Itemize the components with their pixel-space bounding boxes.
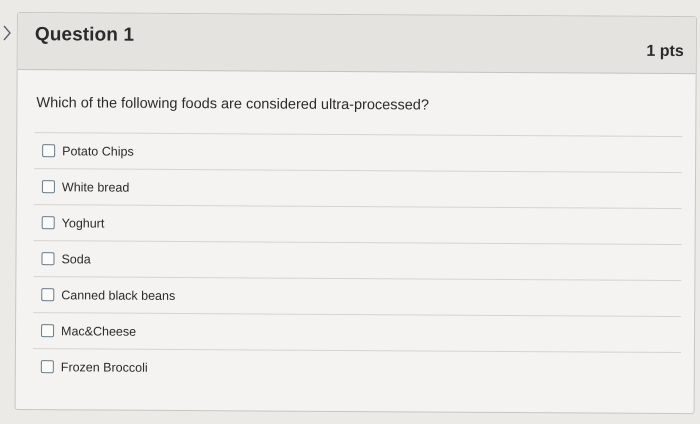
chevron-right-icon[interactable] (2, 24, 12, 42)
question-title: Question 1 (34, 24, 135, 46)
question-card: Question 1 1 pts Which of the following … (14, 12, 697, 415)
answer-label: Canned black beans (61, 287, 176, 303)
answer-list: Potato Chips White bread Yoghurt Soda Ca… (32, 132, 683, 389)
checkbox[interactable] (41, 324, 55, 338)
answer-label: Soda (61, 251, 91, 266)
answer-option-frozen-broccoli[interactable]: Frozen Broccoli (32, 348, 681, 389)
answer-label: Frozen Broccoli (60, 359, 148, 375)
answer-option-potato-chips[interactable]: Potato Chips (34, 132, 683, 173)
checkbox[interactable] (41, 252, 55, 266)
question-points: 1 pts (646, 42, 684, 61)
answer-option-mac-cheese[interactable]: Mac&Cheese (32, 312, 682, 353)
answer-option-yoghurt[interactable]: Yoghurt (33, 204, 682, 245)
checkbox[interactable] (41, 216, 55, 230)
checkbox[interactable] (42, 144, 56, 158)
checkbox[interactable] (40, 360, 54, 374)
answer-label: Yoghurt (61, 215, 105, 231)
answer-option-canned-black-beans[interactable]: Canned black beans (33, 276, 682, 317)
checkbox[interactable] (41, 288, 55, 302)
answer-option-white-bread[interactable]: White bread (33, 168, 683, 209)
answer-label: Mac&Cheese (61, 323, 137, 339)
answer-label: Potato Chips (62, 143, 134, 159)
answer-option-soda[interactable]: Soda (33, 240, 682, 281)
question-text: Which of the following foods are conside… (36, 95, 430, 114)
checkbox[interactable] (41, 180, 55, 194)
answer-label: White bread (61, 179, 130, 195)
question-header: Question 1 1 pts (17, 13, 696, 75)
